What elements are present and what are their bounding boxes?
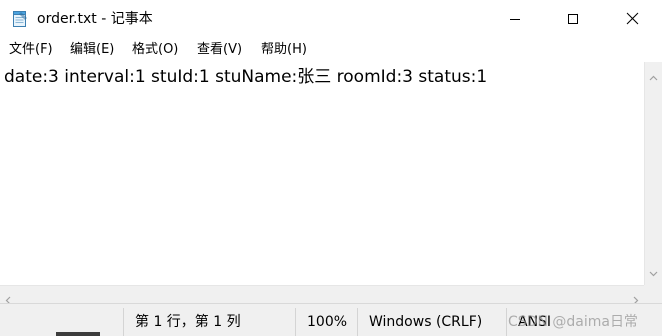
scrollbar-corner [644, 285, 662, 303]
status-divider [295, 308, 296, 336]
line-ending: Windows (CRLF) [369, 314, 483, 330]
menu-format[interactable]: 格式(O) [132, 41, 178, 59]
vertical-scrollbar[interactable] [644, 62, 662, 285]
menu-help[interactable]: 帮助(H) [261, 41, 307, 59]
scroll-down-icon[interactable] [649, 262, 658, 281]
status-divider [506, 308, 507, 336]
cursor-position: 第 1 行，第 1 列 [135, 314, 241, 330]
window-title: order.txt - 记事本 [37, 11, 153, 27]
status-divider [357, 308, 358, 336]
editor-content[interactable]: date:3 interval:1 stuId:1 stuName:张三 roo… [4, 66, 487, 88]
watermark-text: CSDN @daima日常 [508, 314, 638, 330]
zoom-level: 100% [307, 314, 348, 330]
scroll-up-icon[interactable] [649, 66, 658, 85]
menu-view[interactable]: 查看(V) [197, 41, 242, 59]
maximize-button[interactable] [544, 0, 602, 38]
status-divider [123, 308, 124, 336]
notepad-window: order.txt - 记事本 文件(F) 编辑(E) 格式(O) 查看(V) [0, 0, 662, 336]
menu-file[interactable]: 文件(F) [9, 41, 53, 59]
menu-edit[interactable]: 编辑(E) [70, 41, 114, 59]
minimize-button[interactable] [486, 0, 544, 38]
notepad-icon [11, 9, 29, 28]
title-bar[interactable]: order.txt - 记事本 [0, 0, 662, 38]
minimize-icon [509, 10, 521, 29]
close-button[interactable] [602, 0, 662, 38]
close-icon [626, 10, 639, 29]
maximize-icon [567, 10, 579, 29]
text-editor[interactable]: date:3 interval:1 stuId:1 stuName:张三 roo… [0, 62, 644, 285]
horizontal-scrollbar[interactable] [0, 285, 644, 305]
menu-bar: 文件(F) 编辑(E) 格式(O) 查看(V) 帮助(H) [0, 38, 662, 62]
taskbar-fragment [56, 332, 100, 336]
